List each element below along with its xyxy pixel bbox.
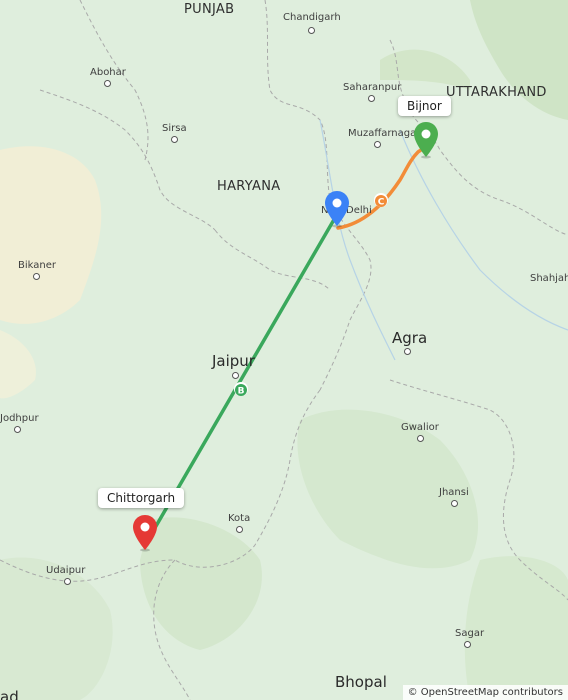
city-label-bhopal: Bhopal [335, 673, 387, 691]
map-canvas[interactable]: PUNJAB HARYANA UTTARAKHAND Chandigarh Ab… [0, 0, 568, 700]
green-pin-icon[interactable] [413, 121, 439, 163]
city-dot-muzaffarnagar [374, 141, 381, 148]
svg-text:C: C [378, 198, 385, 208]
city-label-muzaffarnagar: Muzaffarnagar [348, 128, 421, 139]
blue-pin-icon[interactable] [324, 190, 350, 232]
city-label-chandigarh: Chandigarh [283, 12, 341, 23]
city-label-sagar: Sagar [455, 628, 485, 639]
callout-bijnor: Bijnor [398, 96, 451, 116]
state-label-haryana: HARYANA [217, 179, 281, 194]
route-badge-orange[interactable]: C [374, 193, 388, 208]
city-dot-jhansi [451, 500, 458, 507]
city-dot-bikaner [33, 273, 40, 280]
city-dot-abohar [104, 80, 111, 87]
route-b-icon: B [235, 384, 247, 397]
city-label-bikaner: Bikaner [18, 260, 56, 271]
city-dot-agra [404, 348, 411, 355]
city-label-saharanpur: Saharanpur [343, 82, 402, 93]
route-c-icon: C [375, 195, 387, 208]
map-attribution[interactable]: © OpenStreetMap contributors [402, 685, 568, 700]
city-dot-saharanpur [368, 95, 375, 102]
red-pin-icon[interactable] [132, 514, 158, 556]
svg-text:B: B [238, 387, 245, 397]
city-label-jhansi: Jhansi [439, 487, 469, 498]
city-dot-kota [236, 526, 243, 533]
city-label-kota: Kota [228, 513, 251, 524]
city-dot-sagar [464, 641, 471, 648]
city-dot-jaipur [232, 372, 239, 379]
city-label-shahjahanpur: Shahjahanpur [530, 273, 568, 284]
city-label-sirsa: Sirsa [162, 123, 187, 134]
city-dot-sirsa [171, 136, 178, 143]
city-label-jodhpur: Jodhpur [0, 413, 39, 424]
map-base-layer [0, 0, 568, 700]
state-label-uttarakhand: UTTARAKHAND [446, 85, 547, 100]
city-label-partial-west: ad [0, 688, 19, 700]
city-dot-chandigarh [308, 27, 315, 34]
city-dot-gwalior [417, 435, 424, 442]
city-label-udaipur: Udaipur [46, 565, 86, 576]
city-label-abohar: Abohar [90, 67, 126, 78]
city-label-agra: Agra [392, 329, 428, 347]
callout-chittorgarh: Chittorgarh [98, 488, 185, 508]
city-label-jaipur: Jaipur [212, 352, 255, 370]
route-badge-green[interactable]: B [234, 382, 248, 397]
city-label-gwalior: Gwalior [401, 422, 439, 433]
state-label-punjab: PUNJAB [184, 2, 235, 17]
city-dot-udaipur [64, 578, 71, 585]
city-dot-jodhpur [14, 426, 21, 433]
